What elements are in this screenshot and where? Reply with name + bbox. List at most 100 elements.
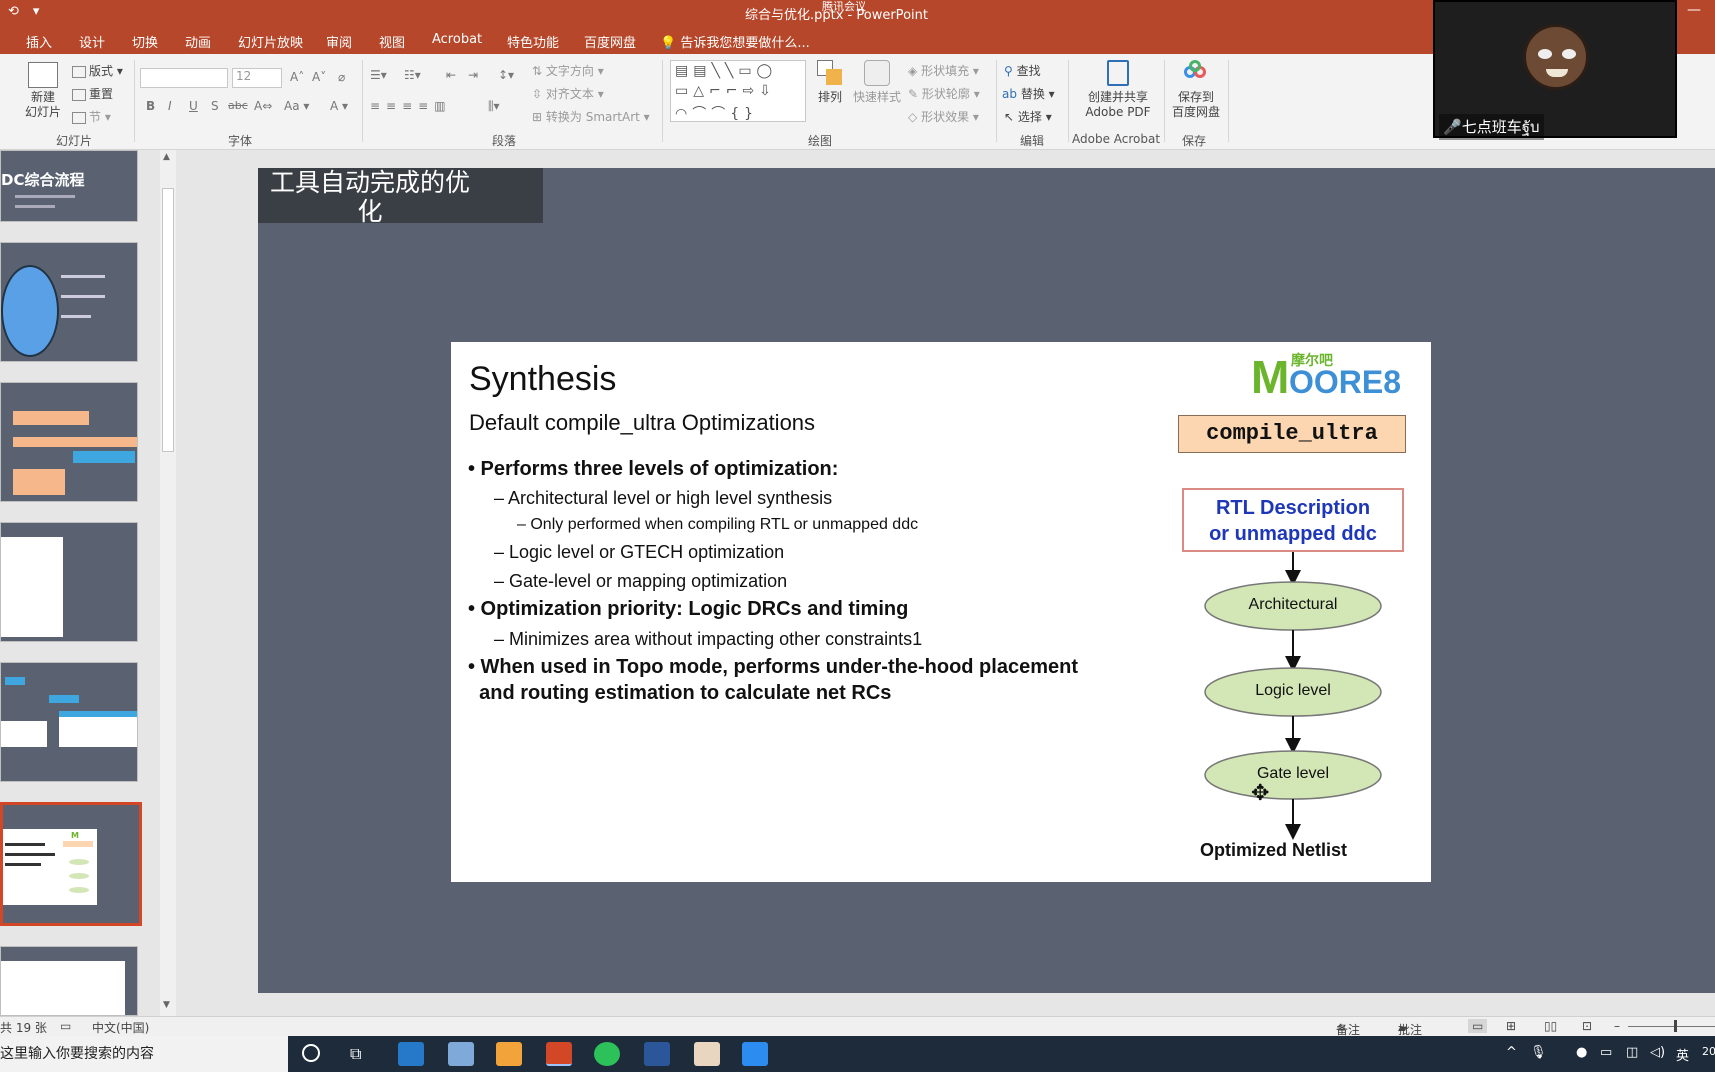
slide-thumbnail-selected[interactable]: M <box>0 802 142 926</box>
tell-me-search[interactable]: 💡 告诉我您想要做什么... <box>660 32 810 51</box>
alignment-icons[interactable]: ≡≡≡≡▥ <box>370 99 452 113</box>
reset-button[interactable]: 重置 <box>72 85 113 102</box>
tencent-meeting-icon[interactable] <box>742 1042 768 1066</box>
spell-check-icon[interactable]: ▭ <box>60 1019 71 1033</box>
slide-thumbnail[interactable] <box>0 946 138 1016</box>
thumbnail-scrollbar[interactable]: ▲ ▼ <box>160 150 176 1016</box>
shape-outline-button[interactable]: ✎ 形状轮廓 ▾ <box>908 85 980 102</box>
slide-header-title[interactable]: 工具自动完成的优化 <box>270 168 470 226</box>
battery-icon[interactable]: ▭ <box>1600 1045 1612 1060</box>
align-text-button[interactable]: ⇳ 对齐文本 ▾ <box>532 85 604 102</box>
volume-icon[interactable]: ◁) <box>1650 1045 1665 1060</box>
tab-review[interactable]: 审阅 <box>326 32 352 51</box>
wechat-icon[interactable] <box>594 1042 620 1066</box>
tab-special[interactable]: 特色功能 <box>507 32 559 51</box>
section-icon <box>72 111 86 124</box>
divider <box>134 60 135 142</box>
slide-thumbnail[interactable] <box>0 242 138 362</box>
scrollbar-thumb[interactable] <box>162 188 174 452</box>
tab-slideshow[interactable]: 幻灯片放映 <box>238 32 303 51</box>
meeting-video-tile[interactable]: 🎤七点班车ฐับ <box>1433 0 1677 140</box>
underline-icon[interactable]: U <box>189 99 198 113</box>
tray-overflow-icon[interactable]: ^ <box>1506 1045 1517 1060</box>
save-group-label: 保存 <box>1182 134 1207 148</box>
task-view-icon[interactable]: ⧉ <box>350 1044 361 1064</box>
vs-code-icon[interactable] <box>398 1042 424 1066</box>
decrease-indent-icon[interactable]: ⇤ <box>446 68 456 82</box>
text-direction-button[interactable]: ⇅ 文字方向 ▾ <box>532 62 604 79</box>
normal-view-icon[interactable]: ▭ <box>1468 1019 1488 1033</box>
tab-baidu[interactable]: 百度网盘 <box>584 32 636 51</box>
arrange-button[interactable]: 排列 <box>812 60 848 105</box>
zoom-slider-thumb[interactable] <box>1674 1020 1677 1032</box>
zoom-slider-track[interactable] <box>1628 1026 1715 1027</box>
bullets-icon[interactable]: ☰▾ <box>370 68 387 82</box>
shrink-font-icon[interactable]: A˅ <box>312 70 326 84</box>
thumb-text-line <box>15 205 55 208</box>
find-button[interactable]: ⚲ 查找 <box>1004 62 1041 79</box>
powerpoint-taskbar-icon[interactable] <box>546 1042 572 1066</box>
mic-tray-icon[interactable]: 🎙 <box>1530 1045 1547 1060</box>
columns-icon[interactable]: ⫼▾ <box>488 99 500 114</box>
save-to-baidu-button[interactable]: 保存到 百度网盘 <box>1168 60 1224 120</box>
clock[interactable]: 20 <box>1702 1045 1715 1058</box>
tab-insert[interactable]: 插入 <box>26 32 52 51</box>
clear-format-icon[interactable]: ⌀ <box>338 70 345 84</box>
shapes-gallery[interactable]: ▤▤╲╲▭◯ ▭△⌐⌐⇨⇩ ◠⌒⌒{} <box>670 60 806 122</box>
thumb-text-line <box>61 315 91 318</box>
char-spacing-icon[interactable]: A⇔ <box>254 99 272 113</box>
change-case-icon[interactable]: Aa ▾ <box>284 99 309 113</box>
replace-button[interactable]: ab 替换 ▾ <box>1002 85 1055 102</box>
taskbar-search[interactable]: 这里输入你要搜索的内容 <box>0 1036 288 1072</box>
customize-qa-icon[interactable]: ▾ <box>33 4 40 19</box>
convert-smartart-button[interactable]: ⊞ 转换为 SmartArt ▾ <box>532 108 650 125</box>
new-slide-button[interactable]: 新建 幻灯片 <box>24 62 62 120</box>
quick-styles-button[interactable]: 快速样式 <box>850 60 904 105</box>
slide-thumbnail[interactable] <box>0 662 138 782</box>
minimize-icon[interactable]: — <box>1687 2 1701 18</box>
font-name-combo[interactable] <box>140 68 228 88</box>
app-icon[interactable] <box>448 1042 474 1066</box>
italic-icon[interactable]: I <box>168 99 172 113</box>
select-button[interactable]: ↖ 选择 ▾ <box>1004 108 1052 125</box>
tab-animations[interactable]: 动画 <box>185 32 211 51</box>
create-share-pdf-button[interactable]: 创建并共享 Adobe PDF <box>1076 60 1160 120</box>
slideshow-view-icon[interactable]: ⊡ <box>1582 1019 1592 1033</box>
tab-acrobat[interactable]: Acrobat <box>432 32 482 47</box>
tab-design[interactable]: 设计 <box>79 32 105 51</box>
word-icon[interactable] <box>644 1042 670 1066</box>
grow-font-icon[interactable]: A˄ <box>290 70 304 84</box>
app-icon[interactable] <box>496 1042 522 1066</box>
reading-view-icon[interactable]: ▯▯ <box>1544 1019 1557 1033</box>
scroll-down-icon[interactable]: ▼ <box>163 1000 170 1010</box>
slide-thumbnail[interactable] <box>0 522 138 642</box>
slide-thumbnail[interactable]: DC综合流程 <box>0 150 138 222</box>
slide-content-image[interactable]: Synthesis Default compile_ultra Optimiza… <box>451 342 1431 882</box>
autosave-icon[interactable]: ⟲ <box>8 4 19 19</box>
bold-icon[interactable]: B <box>146 99 155 113</box>
tab-transitions[interactable]: 切换 <box>132 32 158 51</box>
language-indicator[interactable]: 中文(中国) <box>92 1019 149 1036</box>
line-spacing-icon[interactable]: ↕▾ <box>498 68 514 82</box>
slide-thumbnail[interactable] <box>0 382 138 502</box>
scroll-up-icon[interactable]: ▲ <box>163 152 170 162</box>
shape-effects-button[interactable]: ◇ 形状效果 ▾ <box>908 108 979 125</box>
wechat-tray-icon[interactable]: ● <box>1576 1045 1587 1060</box>
section-button[interactable]: 节 ▾ <box>72 108 111 125</box>
app-icon[interactable] <box>694 1042 720 1066</box>
network-icon[interactable]: ◫ <box>1626 1045 1638 1060</box>
strike-icon[interactable]: abc <box>228 99 248 112</box>
slide-canvas[interactable]: 工具自动完成的优化 Synthesis Default compile_ultr… <box>258 168 1715 993</box>
ime-indicator[interactable]: 英 <box>1676 1045 1689 1064</box>
font-size-combo[interactable]: 12 <box>232 68 282 88</box>
numbering-icon[interactable]: ☷▾ <box>404 68 421 82</box>
layout-button[interactable]: 版式 ▾ <box>72 62 123 79</box>
tab-view[interactable]: 视图 <box>379 32 405 51</box>
font-color-icon[interactable]: A ▾ <box>330 99 348 113</box>
slide-sorter-icon[interactable]: ⊞ <box>1506 1019 1516 1033</box>
shape-fill-button[interactable]: ◈ 形状填充 ▾ <box>908 62 979 79</box>
zoom-out-icon[interactable]: – <box>1614 1019 1620 1033</box>
cortana-icon[interactable] <box>302 1044 320 1062</box>
increase-indent-icon[interactable]: ⇥ <box>468 68 478 82</box>
shadow-icon[interactable]: S <box>211 99 219 113</box>
